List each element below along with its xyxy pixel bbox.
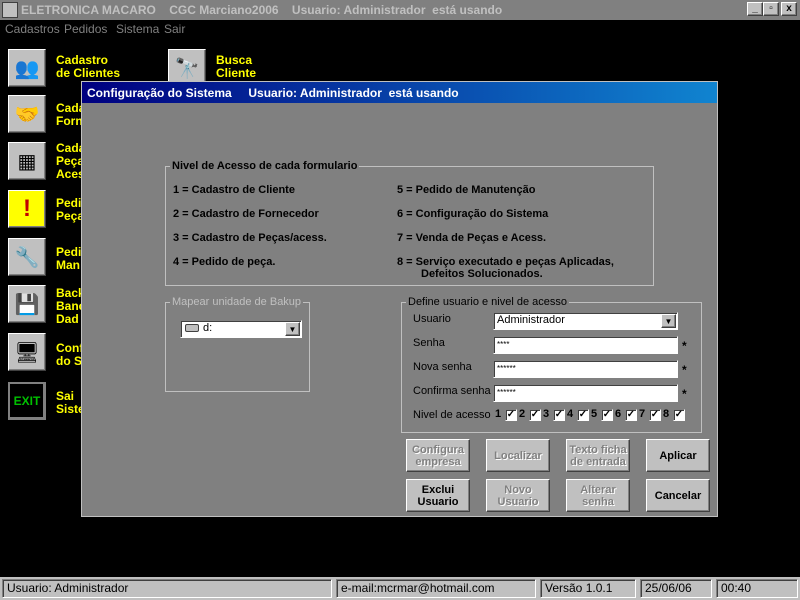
menu-cadastros[interactable]: Cadastros bbox=[5, 22, 60, 36]
shortcut-label-busca[interactable]: Busca Cliente bbox=[216, 54, 256, 80]
status-email: e-mail:mcrmar@hotmail.com bbox=[336, 579, 536, 598]
chevron-down-icon[interactable]: ▼ bbox=[661, 314, 676, 328]
access-level-2: 2 = Cadastro de Fornecedor bbox=[173, 208, 319, 220]
chevron-down-icon[interactable]: ▼ bbox=[285, 322, 300, 336]
main-window-title: ELETRONICA MACARO CGC Marciano2006 Usuar… bbox=[21, 3, 503, 17]
main-title-bar: ELETRONICA MACARO CGC Marciano2006 Usuar… bbox=[0, 0, 800, 20]
senha-required-mark: * bbox=[682, 339, 687, 353]
cancelar-button[interactable]: Cancelar bbox=[646, 479, 710, 512]
status-date: 25/06/06 bbox=[640, 579, 712, 598]
status-version: Versão 1.0.1 bbox=[540, 579, 636, 598]
app-icon[interactable] bbox=[2, 2, 18, 18]
access-level-5: 5 = Pedido de Manutenção bbox=[397, 184, 536, 196]
texto-ficha-button[interactable]: Texto ficha de entrada bbox=[566, 439, 630, 472]
novo-usuario-button[interactable]: Novo Usuario bbox=[486, 479, 550, 512]
access-level-8-cont: Defeitos Solucionados. bbox=[421, 268, 543, 280]
usuario-select[interactable]: Administrador ▼ bbox=[493, 312, 678, 330]
access-level-6: 6 = Configuração do Sistema bbox=[397, 208, 549, 220]
menu-bar: Cadastros Pedidos Sistema Sair bbox=[0, 20, 800, 38]
handshake-icon[interactable]: 🤝 bbox=[8, 95, 46, 133]
shortcut-label-config[interactable]: Conf do S bbox=[56, 342, 83, 368]
drive-value: d: bbox=[203, 322, 213, 334]
chip-icon[interactable]: ▦ bbox=[8, 142, 46, 180]
localizar-button[interactable]: Localizar bbox=[486, 439, 550, 472]
level-number-8: 8 bbox=[663, 408, 670, 420]
nova-senha-input[interactable]: ****** bbox=[493, 360, 678, 378]
nivel-acesso-label: Nivel de acesso bbox=[413, 409, 491, 421]
usuario-label: Usuario bbox=[413, 313, 451, 325]
people-icon[interactable]: 👥 bbox=[8, 49, 46, 87]
configura-empresa-button[interactable]: Configura empresa bbox=[406, 439, 470, 472]
tools-icon[interactable]: 🔧 bbox=[8, 238, 46, 276]
aplicar-button[interactable]: Aplicar bbox=[646, 439, 710, 472]
level-checkbox-3[interactable]: ✓ bbox=[553, 409, 565, 421]
floppy-icon[interactable]: 💾 bbox=[8, 285, 46, 323]
level-checkbox-2[interactable]: ✓ bbox=[529, 409, 541, 421]
access-level-1: 1 = Cadastro de Cliente bbox=[173, 184, 295, 196]
user-group-legend: Define usuario e nivel de acesso bbox=[408, 296, 567, 308]
exclui-usuario-button[interactable]: Exclui Usuario bbox=[406, 479, 470, 512]
shortcut-label-pedido-peca[interactable]: Pedi Peça bbox=[56, 197, 84, 223]
access-level-3: 3 = Cadastro de Peças/acess. bbox=[173, 232, 327, 244]
level-number-5: 5 bbox=[591, 408, 598, 420]
drive-icon bbox=[185, 324, 199, 332]
status-time: 00:40 bbox=[716, 579, 798, 598]
access-level-legend: Nivel de Acesso de cada formulario bbox=[172, 160, 358, 172]
backup-group: Mapear unidade de Bakup bbox=[165, 296, 310, 392]
alert-icon[interactable]: ! bbox=[8, 190, 46, 228]
access-level-8: 8 = Serviço executado e peças Aplicadas, bbox=[397, 256, 614, 268]
minimize-button[interactable]: _ bbox=[747, 2, 763, 16]
close-button[interactable]: x bbox=[781, 2, 797, 16]
backup-legend: Mapear unidade de Bakup bbox=[172, 296, 302, 308]
level-number-1: 1 bbox=[495, 408, 502, 420]
confirma-senha-required-mark: * bbox=[682, 387, 687, 401]
alterar-senha-button[interactable]: Alterar senha bbox=[566, 479, 630, 512]
drive-select[interactable]: d: ▼ bbox=[180, 320, 302, 338]
restore-button[interactable]: ▫ bbox=[763, 2, 779, 16]
menu-sair[interactable]: Sair bbox=[164, 22, 185, 36]
level-number-2: 2 bbox=[519, 408, 526, 420]
menu-pedidos[interactable]: Pedidos bbox=[64, 22, 107, 36]
nova-senha-label: Nova senha bbox=[413, 361, 472, 373]
level-checkbox-7[interactable]: ✓ bbox=[649, 409, 661, 421]
senha-input[interactable]: **** bbox=[493, 336, 678, 354]
level-checkbox-6[interactable]: ✓ bbox=[625, 409, 637, 421]
dialog-title: Configuração do Sistema Usuario: Adminis… bbox=[87, 86, 459, 100]
level-number-3: 3 bbox=[543, 408, 550, 420]
access-level-4: 4 = Pedido de peça. bbox=[173, 256, 276, 268]
status-user: Usuario: Administrador bbox=[2, 579, 332, 598]
level-number-6: 6 bbox=[615, 408, 622, 420]
level-checkbox-4[interactable]: ✓ bbox=[577, 409, 589, 421]
confirma-senha-input[interactable]: ****** bbox=[493, 384, 678, 402]
nova-senha-required-mark: * bbox=[682, 363, 687, 377]
confirma-senha-label: Confirma senha bbox=[413, 385, 491, 397]
config-dialog: Configuração do Sistema Usuario: Adminis… bbox=[81, 81, 718, 517]
level-checkbox-5[interactable]: ✓ bbox=[601, 409, 613, 421]
level-checkbox-1[interactable]: ✓ bbox=[505, 409, 517, 421]
dialog-title-bar: Configuração do Sistema Usuario: Adminis… bbox=[82, 82, 717, 103]
shortcut-label-clientes[interactable]: Cadastro de Clientes bbox=[56, 54, 120, 80]
access-level-7: 7 = Venda de Peças e Acess. bbox=[397, 232, 547, 244]
exit-icon[interactable]: EXIT bbox=[8, 382, 46, 420]
level-number-7: 7 bbox=[639, 408, 646, 420]
shortcut-label-manutencao[interactable]: Pedi Man bbox=[56, 246, 81, 272]
usuario-value: Administrador bbox=[497, 314, 565, 326]
level-number-4: 4 bbox=[567, 408, 574, 420]
senha-label: Senha bbox=[413, 337, 445, 349]
monitor-icon[interactable]: 🖥 bbox=[8, 333, 46, 371]
level-checkbox-8[interactable]: ✓ bbox=[673, 409, 685, 421]
status-bar: Usuario: Administrador e-mail:mcrmar@hot… bbox=[0, 577, 800, 600]
menu-sistema[interactable]: Sistema bbox=[116, 22, 159, 36]
